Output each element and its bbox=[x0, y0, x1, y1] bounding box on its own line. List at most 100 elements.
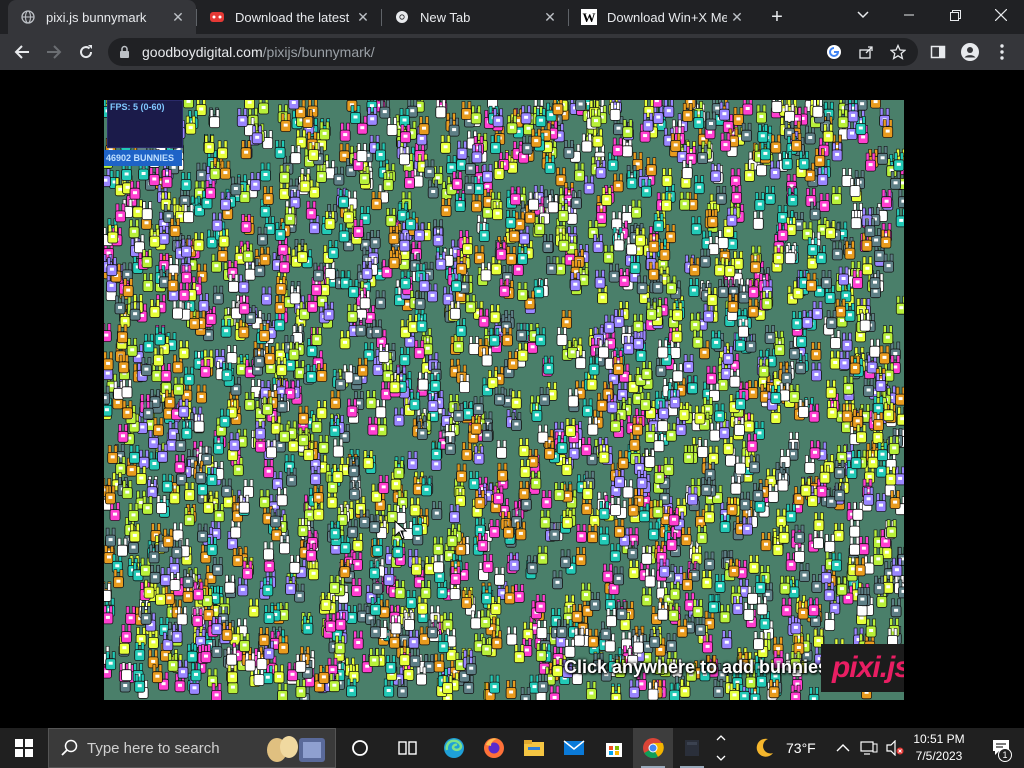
bunny-sprite bbox=[858, 536, 870, 556]
bunny-sprite bbox=[295, 129, 307, 149]
bunny-sprite bbox=[829, 350, 841, 370]
bunny-sprite bbox=[230, 519, 242, 539]
network-icon[interactable] bbox=[860, 741, 878, 755]
pixi-logo[interactable]: pixi.js bbox=[821, 644, 904, 692]
tab-winx-menu[interactable]: W Download Win+X Men ✕ bbox=[569, 0, 755, 34]
reload-button[interactable] bbox=[72, 38, 100, 66]
taskbar-scroll-arrows-icon[interactable] bbox=[710, 728, 732, 768]
task-view-icon[interactable] bbox=[388, 728, 428, 768]
bunny-sprite bbox=[553, 482, 565, 502]
share-icon[interactable] bbox=[856, 42, 876, 62]
bunny-sprite bbox=[258, 627, 270, 647]
bunny-sprite bbox=[831, 552, 842, 572]
bunny-sprite bbox=[510, 390, 522, 410]
bunny-sprite bbox=[172, 300, 183, 320]
terminal-icon[interactable] bbox=[672, 728, 712, 768]
action-center-button[interactable]: 1 bbox=[980, 728, 1024, 768]
bunny-sprite bbox=[695, 617, 706, 636]
bunny-sprite bbox=[148, 167, 160, 186]
bunny-sprite bbox=[679, 678, 691, 698]
taskbar-search-box[interactable]: Type here to search bbox=[48, 728, 336, 768]
bunny-sprite bbox=[641, 361, 653, 381]
side-panel-icon[interactable] bbox=[924, 38, 952, 66]
new-tab-button[interactable]: + bbox=[766, 7, 788, 29]
bunny-sprite bbox=[407, 451, 419, 470]
bunny-sprite bbox=[746, 433, 758, 453]
bunny-sprite bbox=[666, 633, 677, 653]
close-tab-icon[interactable]: ✕ bbox=[168, 7, 188, 27]
tab-strip: pixi.js bunnymark ✕ Download the latest … bbox=[0, 0, 1024, 34]
restore-button[interactable] bbox=[932, 0, 978, 30]
bunnymark-canvas[interactable]: FPS: 5 (0-60) 46902 BUNNIES Click anywhe… bbox=[104, 100, 904, 700]
bunny-sprite bbox=[464, 175, 476, 195]
speaker-muted-icon[interactable] bbox=[886, 740, 904, 756]
bookmark-star-icon[interactable] bbox=[888, 42, 908, 62]
bunny-sprite bbox=[760, 141, 771, 161]
lock-icon[interactable] bbox=[119, 45, 130, 64]
bunny-sprite bbox=[567, 388, 579, 408]
mail-icon[interactable] bbox=[554, 728, 594, 768]
bunny-sprite bbox=[221, 362, 233, 382]
bunny-sprite bbox=[121, 400, 133, 420]
bunny-sprite bbox=[690, 216, 702, 236]
edge-icon[interactable] bbox=[434, 728, 474, 768]
bunny-sprite bbox=[306, 294, 318, 313]
bunny-sprite bbox=[298, 405, 309, 425]
address-bar[interactable]: goodboydigital.com/pixijs/bunnymark/ bbox=[108, 38, 918, 66]
bunny-sprite bbox=[794, 524, 805, 544]
bunny-sprite bbox=[856, 100, 868, 111]
profile-avatar-icon[interactable] bbox=[956, 38, 984, 66]
bunny-sprite bbox=[896, 406, 904, 426]
bunny-sprite bbox=[663, 100, 675, 118]
kebab-menu-icon[interactable] bbox=[988, 38, 1016, 66]
bunny-sprite bbox=[644, 568, 656, 588]
bunny-sprite bbox=[414, 291, 426, 310]
bunny-sprite bbox=[383, 567, 395, 586]
start-button[interactable] bbox=[0, 728, 48, 768]
bunny-sprite bbox=[219, 408, 231, 428]
weather-widget[interactable]: 73°F bbox=[752, 728, 816, 768]
bunny-sprite bbox=[733, 107, 744, 126]
tab-download-latest[interactable]: Download the latest ind ✕ bbox=[197, 0, 381, 34]
bunny-sprite bbox=[196, 384, 207, 404]
bunny-sprite bbox=[518, 480, 530, 500]
bunny-sprite bbox=[212, 557, 224, 576]
bunny-sprite bbox=[748, 554, 760, 574]
tab-search-chevron-icon[interactable] bbox=[840, 0, 886, 30]
bunny-sprite bbox=[290, 145, 302, 165]
close-tab-icon[interactable]: ✕ bbox=[540, 7, 560, 27]
firefox-icon[interactable] bbox=[474, 728, 514, 768]
chrome-taskbar-icon[interactable] bbox=[633, 728, 673, 768]
bunny-sprite bbox=[183, 100, 194, 109]
bunny-sprite bbox=[369, 230, 381, 249]
bunny-sprite bbox=[879, 345, 890, 365]
forward-button[interactable] bbox=[40, 38, 68, 66]
bunny-sprite bbox=[126, 338, 138, 357]
cortana-icon[interactable] bbox=[340, 728, 380, 768]
bunny-sprite bbox=[295, 679, 307, 698]
bunny-sprite bbox=[641, 587, 653, 607]
bunny-sprite bbox=[841, 332, 853, 352]
minimize-button[interactable] bbox=[886, 0, 932, 30]
bunny-sprite bbox=[240, 140, 252, 160]
bunny-sprite bbox=[627, 497, 639, 517]
bunny-sprite bbox=[676, 618, 688, 638]
microsoft-store-icon[interactable] bbox=[594, 728, 634, 768]
bunny-sprite bbox=[161, 473, 173, 493]
bunny-sprite bbox=[791, 311, 803, 330]
bunny-sprite bbox=[575, 547, 587, 566]
back-button[interactable] bbox=[8, 38, 36, 66]
bunny-sprite bbox=[799, 563, 810, 583]
url-text[interactable]: goodboydigital.com/pixijs/bunnymark/ bbox=[142, 44, 375, 60]
chevron-up-icon[interactable] bbox=[836, 743, 850, 753]
bunny-sprite bbox=[197, 523, 208, 543]
taskbar-clock[interactable]: 10:51 PM 7/5/2023 bbox=[904, 731, 974, 765]
file-explorer-icon[interactable] bbox=[514, 728, 554, 768]
close-window-button[interactable] bbox=[978, 0, 1024, 30]
close-tab-icon[interactable]: ✕ bbox=[353, 7, 373, 27]
tab-bunnymark[interactable]: pixi.js bunnymark ✕ bbox=[8, 0, 196, 34]
bunny-sprite bbox=[473, 245, 485, 265]
google-lens-icon[interactable] bbox=[824, 42, 844, 62]
tab-new-tab[interactable]: New Tab ✕ bbox=[382, 0, 568, 34]
close-tab-icon[interactable]: ✕ bbox=[727, 7, 747, 27]
